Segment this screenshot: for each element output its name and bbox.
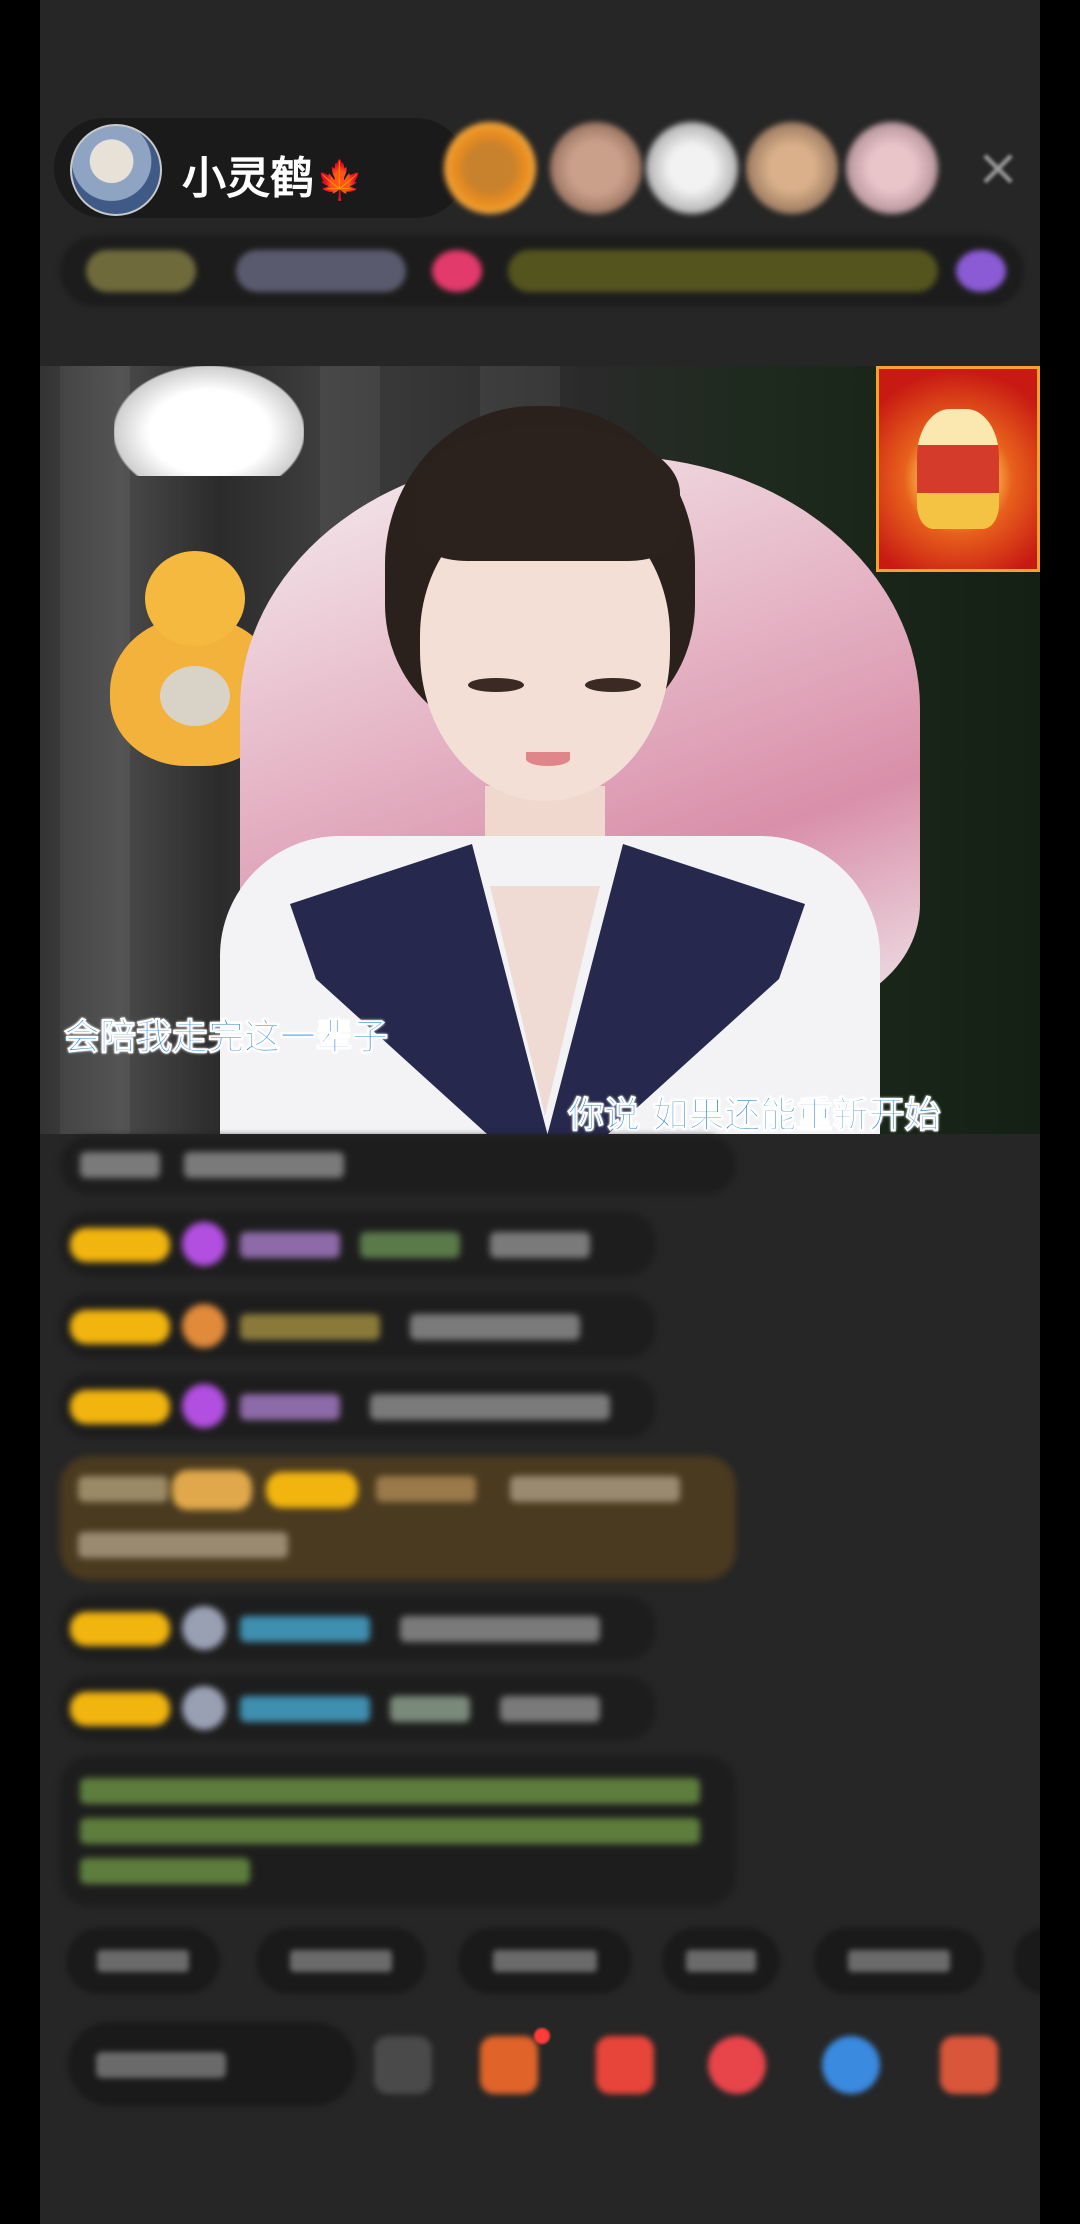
chat-text <box>400 1616 600 1642</box>
chat-message[interactable] <box>60 1596 656 1660</box>
system-message <box>60 1756 736 1906</box>
anchor-avatar[interactable] <box>70 124 162 216</box>
username[interactable] <box>240 1232 340 1258</box>
viewer-avatar[interactable] <box>550 122 642 214</box>
username[interactable] <box>240 1314 380 1340</box>
anchor-name[interactable]: 小灵鹤🍁 <box>182 142 363 206</box>
lyrics-subtitle-right: 你说 如果还能重新开始 <box>568 1095 942 1135</box>
red-packet-icon[interactable] <box>708 2036 766 2094</box>
lyrics-subtitle-left: 会陪我走完这一辈子 <box>63 1017 389 1059</box>
gift-box-icon[interactable] <box>480 2036 538 2094</box>
streamer-bangs <box>415 426 680 561</box>
chip-text <box>685 1950 757 1972</box>
diamond-icon <box>182 1384 226 1428</box>
level-badge <box>70 1692 170 1726</box>
username[interactable] <box>390 1696 470 1722</box>
quick-reply-chip[interactable] <box>458 1928 632 1994</box>
live-room: 小灵鹤🍁 × 会陪我走完这一辈子 你说 如果还能重新开始 <box>40 0 1040 2224</box>
system-text <box>80 1858 250 1884</box>
close-icon[interactable]: × <box>970 140 1026 196</box>
quick-reply-chip[interactable] <box>256 1928 426 1994</box>
chip-text <box>290 1950 392 1972</box>
gift-badge <box>172 1470 252 1510</box>
quick-reply-chip[interactable] <box>814 1928 984 1994</box>
chat-message[interactable] <box>60 1136 736 1194</box>
viewer-avatar[interactable] <box>646 122 738 214</box>
gift-text <box>78 1532 288 1558</box>
duck-plush-belly <box>160 666 230 726</box>
diamond-icon <box>182 1222 226 1266</box>
username[interactable] <box>240 1394 340 1420</box>
chip-text <box>96 1950 190 1972</box>
chip-text <box>492 1950 598 1972</box>
duck-plush-head <box>145 551 245 646</box>
fans-club-icon[interactable] <box>596 2036 654 2094</box>
quick-reply-chip[interactable] <box>66 1928 220 1994</box>
ceiling-lamp <box>114 366 304 476</box>
gift-icon[interactable] <box>432 250 482 292</box>
live-video[interactable]: 会陪我走完这一辈子 你说 如果还能重新开始 <box>40 366 1040 1134</box>
gift-message[interactable] <box>60 1456 736 1580</box>
notification-dot <box>534 2028 550 2044</box>
more-apps-icon[interactable] <box>940 2036 998 2094</box>
system-text <box>80 1818 700 1844</box>
streamer-eye <box>585 678 641 692</box>
username[interactable] <box>240 1616 370 1642</box>
viewer-avatar[interactable] <box>444 122 536 214</box>
anchor-name-text: 小灵鹤 <box>182 153 314 204</box>
fan-icon <box>182 1606 226 1650</box>
chat-message[interactable] <box>60 1294 656 1358</box>
chat-bubble-icon[interactable] <box>822 2036 880 2094</box>
streamer-eye <box>468 678 524 692</box>
gift-text <box>78 1476 168 1502</box>
chat-message[interactable] <box>60 1676 656 1740</box>
chat-text <box>490 1232 590 1258</box>
maple-leaf-icon: 🍁 <box>316 158 364 202</box>
chip-text <box>848 1950 950 1972</box>
level-badge <box>70 1612 170 1646</box>
chat-text <box>500 1696 600 1722</box>
chat-text <box>370 1394 610 1420</box>
chat-message[interactable] <box>60 1212 656 1276</box>
username[interactable] <box>240 1696 370 1722</box>
gift-text <box>510 1476 680 1502</box>
chat-text <box>410 1314 580 1340</box>
anchor-info[interactable]: 小灵鹤🍁 <box>54 118 466 218</box>
chat-text <box>80 1152 160 1178</box>
username[interactable] <box>376 1476 476 1502</box>
emoji-icon[interactable] <box>374 2036 432 2094</box>
level-badge <box>70 1310 170 1344</box>
level-badge <box>70 1228 170 1262</box>
caishen-figure <box>917 409 999 529</box>
level-badge <box>70 1390 170 1424</box>
streamer-lips <box>526 752 570 766</box>
input-placeholder <box>96 2052 226 2078</box>
room-info-bar[interactable] <box>60 236 1024 306</box>
medal-icon <box>182 1304 226 1348</box>
username[interactable] <box>360 1232 460 1258</box>
chat-text <box>184 1152 344 1178</box>
system-text <box>80 1778 700 1804</box>
rank-badge <box>86 250 196 292</box>
caishen-poster <box>876 366 1040 572</box>
announcement-marquee <box>508 250 938 292</box>
comment-input[interactable] <box>68 2022 356 2106</box>
activity-icon[interactable] <box>956 250 1006 292</box>
viewer-avatar[interactable] <box>746 122 838 214</box>
quick-reply-chip[interactable] <box>662 1928 780 1994</box>
hot-value <box>236 250 406 292</box>
chat-message[interactable] <box>60 1374 656 1438</box>
fan-icon <box>182 1686 226 1730</box>
viewer-avatar[interactable] <box>846 122 938 214</box>
level-badge <box>266 1472 358 1508</box>
quick-reply-chip[interactable] <box>1014 1928 1040 1994</box>
